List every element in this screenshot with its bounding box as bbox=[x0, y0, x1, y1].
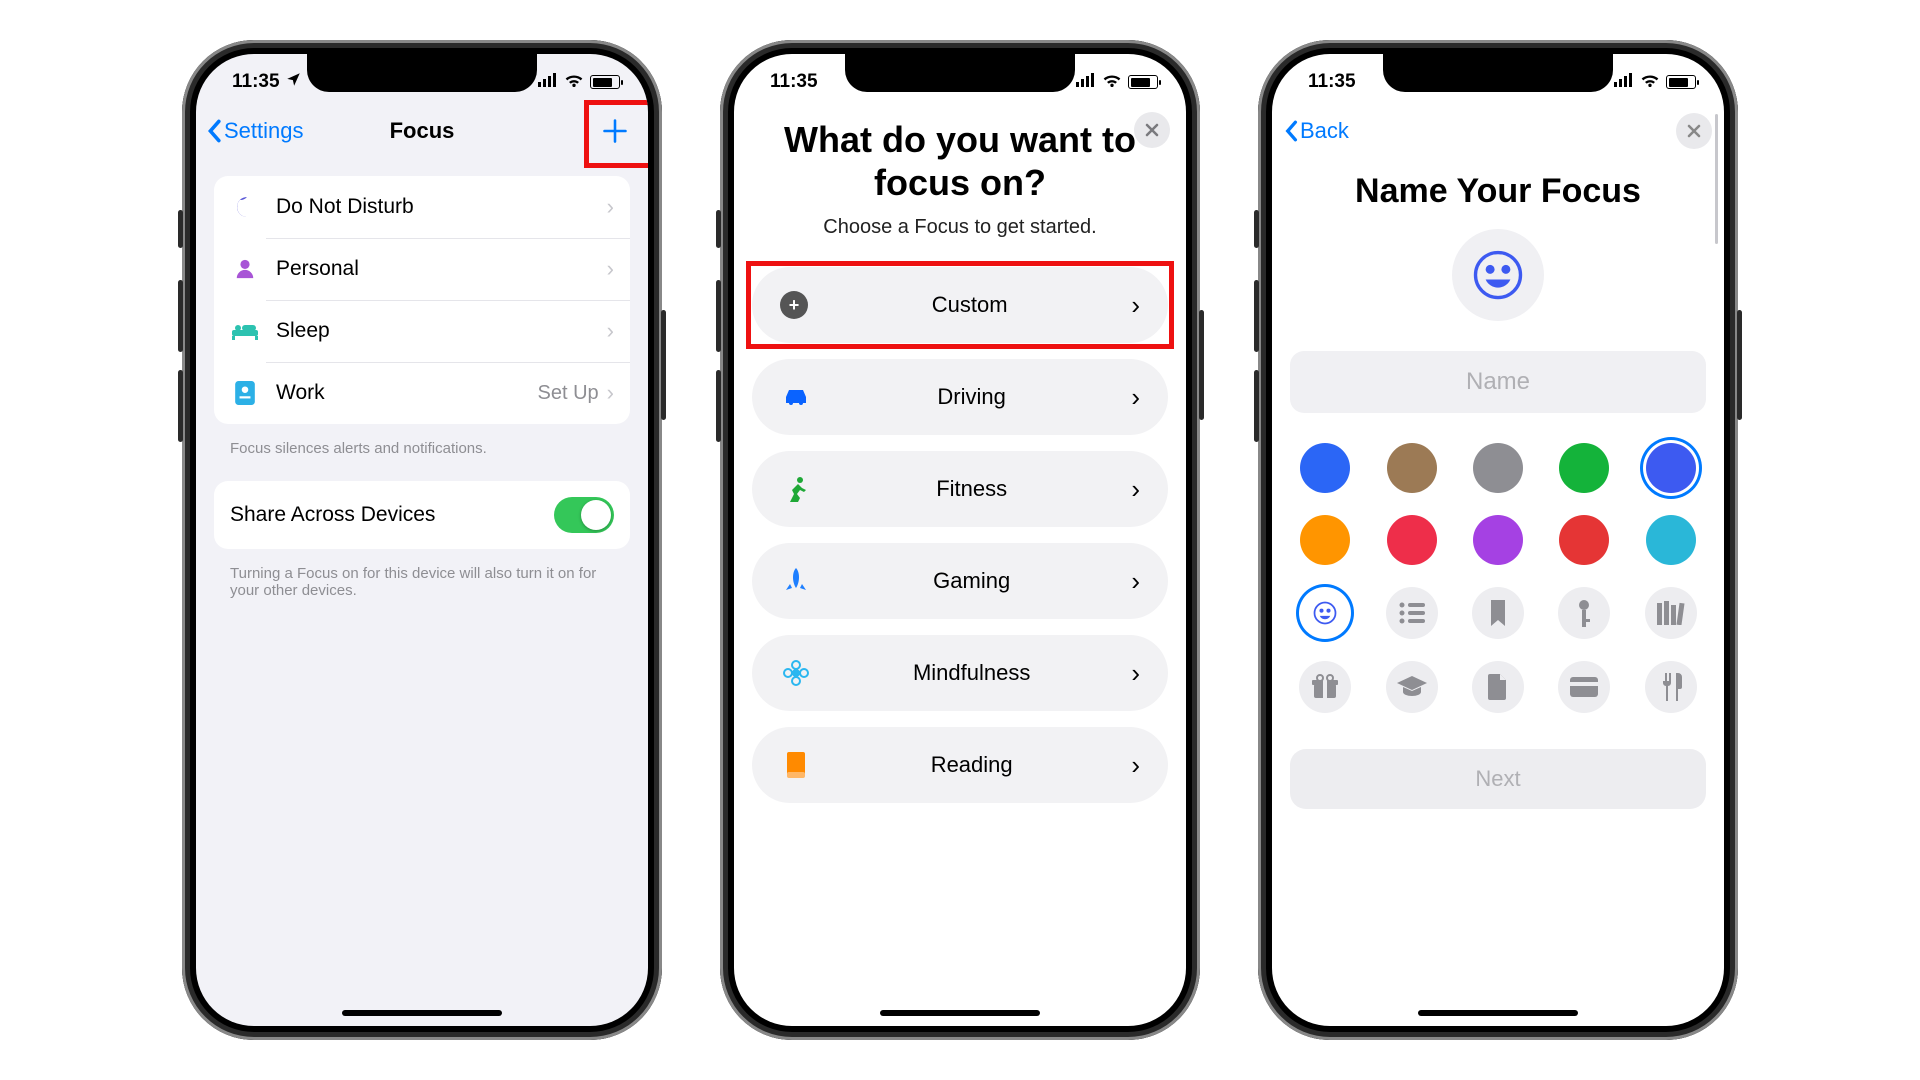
screen-focus-settings: 11:35 Settings Focus bbox=[196, 54, 648, 1026]
tutorial-highlight bbox=[746, 261, 1174, 349]
cell-signal-icon bbox=[538, 73, 558, 92]
setup-label: Set Up bbox=[538, 382, 599, 405]
option-mindfulness[interactable]: Mindfulness › bbox=[752, 635, 1168, 711]
icon-file[interactable] bbox=[1472, 661, 1524, 713]
color-purple[interactable] bbox=[1473, 515, 1523, 565]
cell-signal-icon bbox=[1614, 73, 1634, 92]
wifi-icon bbox=[564, 72, 584, 92]
nav-bar: Back bbox=[1272, 102, 1724, 160]
focus-item-personal[interactable]: Personal › bbox=[214, 238, 630, 300]
color-indigo[interactable] bbox=[1646, 443, 1696, 493]
screen-focus-picker: 11:35 What do you want to focus on? Choo… bbox=[734, 54, 1186, 1026]
back-label: Settings bbox=[224, 118, 304, 144]
icon-gift[interactable] bbox=[1299, 661, 1351, 713]
icon-gradcap[interactable] bbox=[1386, 661, 1438, 713]
chevron-right-icon: › bbox=[607, 380, 614, 406]
icon-list[interactable] bbox=[1386, 587, 1438, 639]
focus-name-input[interactable]: Name bbox=[1290, 351, 1706, 413]
battery-icon bbox=[590, 75, 620, 89]
wifi-icon bbox=[1640, 72, 1660, 92]
focus-item-work[interactable]: Work Set Up › bbox=[214, 362, 630, 424]
icon-smile[interactable] bbox=[1299, 587, 1351, 639]
selected-icon-preview[interactable] bbox=[1452, 229, 1544, 321]
back-button[interactable]: Settings bbox=[206, 118, 304, 144]
home-indicator[interactable] bbox=[880, 1010, 1040, 1016]
color-blue[interactable] bbox=[1300, 443, 1350, 493]
chevron-right-icon: › bbox=[607, 318, 614, 344]
location-icon bbox=[286, 71, 301, 93]
color-red[interactable] bbox=[1387, 515, 1437, 565]
phone-frame-1: 11:35 Settings Focus bbox=[182, 40, 662, 1040]
battery-icon bbox=[1666, 75, 1696, 89]
close-button[interactable] bbox=[1134, 112, 1170, 148]
option-reading[interactable]: Reading › bbox=[752, 727, 1168, 803]
phone-frame-3: 11:35 Back Name Your Focus bbox=[1258, 40, 1738, 1040]
flower-icon bbox=[780, 660, 812, 686]
focus-item-dnd[interactable]: Do Not Disturb › bbox=[214, 176, 630, 238]
focus-footnote: Focus silences alerts and notifications. bbox=[214, 434, 630, 481]
battery-icon bbox=[1128, 75, 1158, 89]
person-icon bbox=[230, 254, 260, 284]
name-heading: Name Your Focus bbox=[1272, 160, 1724, 229]
car-icon bbox=[780, 387, 812, 407]
color-crimson[interactable] bbox=[1559, 515, 1609, 565]
nav-bar: Settings Focus bbox=[196, 102, 648, 160]
option-gaming[interactable]: Gaming › bbox=[752, 543, 1168, 619]
wifi-icon bbox=[1102, 72, 1122, 92]
bed-icon bbox=[230, 316, 260, 346]
book-icon bbox=[780, 752, 812, 778]
next-button[interactable]: Next bbox=[1290, 749, 1706, 809]
chevron-right-icon: › bbox=[1131, 658, 1140, 689]
tutorial-highlight bbox=[584, 100, 648, 168]
color-green[interactable] bbox=[1559, 443, 1609, 493]
option-fitness[interactable]: Fitness › bbox=[752, 451, 1168, 527]
share-toggle[interactable] bbox=[554, 497, 614, 533]
home-indicator[interactable] bbox=[342, 1010, 502, 1016]
icon-utensils[interactable] bbox=[1645, 661, 1697, 713]
color-gray[interactable] bbox=[1473, 443, 1523, 493]
runner-icon bbox=[780, 476, 812, 502]
chevron-right-icon: › bbox=[1131, 474, 1140, 505]
icon-library[interactable] bbox=[1645, 587, 1697, 639]
icon-card[interactable] bbox=[1558, 661, 1610, 713]
phone-frame-2: 11:35 What do you want to focus on? Choo… bbox=[720, 40, 1200, 1040]
chevron-right-icon: › bbox=[607, 194, 614, 220]
icon-key[interactable] bbox=[1558, 587, 1610, 639]
screen-name-focus: 11:35 Back Name Your Focus bbox=[1272, 54, 1724, 1026]
moon-icon bbox=[230, 192, 260, 222]
focus-options: + Custom › Driving › Fitness › Gaming › bbox=[734, 267, 1186, 803]
share-footnote: Turning a Focus on for this device will … bbox=[214, 559, 630, 623]
picker-subheading: Choose a Focus to get started. bbox=[734, 216, 1186, 267]
home-indicator[interactable] bbox=[1418, 1010, 1578, 1016]
color-orange[interactable] bbox=[1300, 515, 1350, 565]
chevron-right-icon: › bbox=[1131, 750, 1140, 781]
rocket-icon bbox=[780, 568, 812, 594]
share-across-devices-row[interactable]: Share Across Devices bbox=[214, 481, 630, 549]
chevron-right-icon: › bbox=[1131, 382, 1140, 413]
cell-signal-icon bbox=[1076, 73, 1096, 92]
badge-icon bbox=[230, 378, 260, 408]
status-time: 11:35 bbox=[232, 71, 280, 93]
focus-list: Do Not Disturb › Personal › Sleep › bbox=[214, 176, 630, 424]
chevron-right-icon: › bbox=[607, 256, 614, 282]
option-driving[interactable]: Driving › bbox=[752, 359, 1168, 435]
color-teal[interactable] bbox=[1646, 515, 1696, 565]
close-button[interactable] bbox=[1676, 113, 1712, 149]
focus-item-sleep[interactable]: Sleep › bbox=[214, 300, 630, 362]
color-brown[interactable] bbox=[1387, 443, 1437, 493]
scroll-indicator[interactable] bbox=[1715, 114, 1718, 244]
chevron-right-icon: › bbox=[1131, 566, 1140, 597]
back-button[interactable]: Back bbox=[1284, 118, 1349, 144]
icon-bookmark[interactable] bbox=[1472, 587, 1524, 639]
color-icon-palette bbox=[1272, 443, 1724, 713]
